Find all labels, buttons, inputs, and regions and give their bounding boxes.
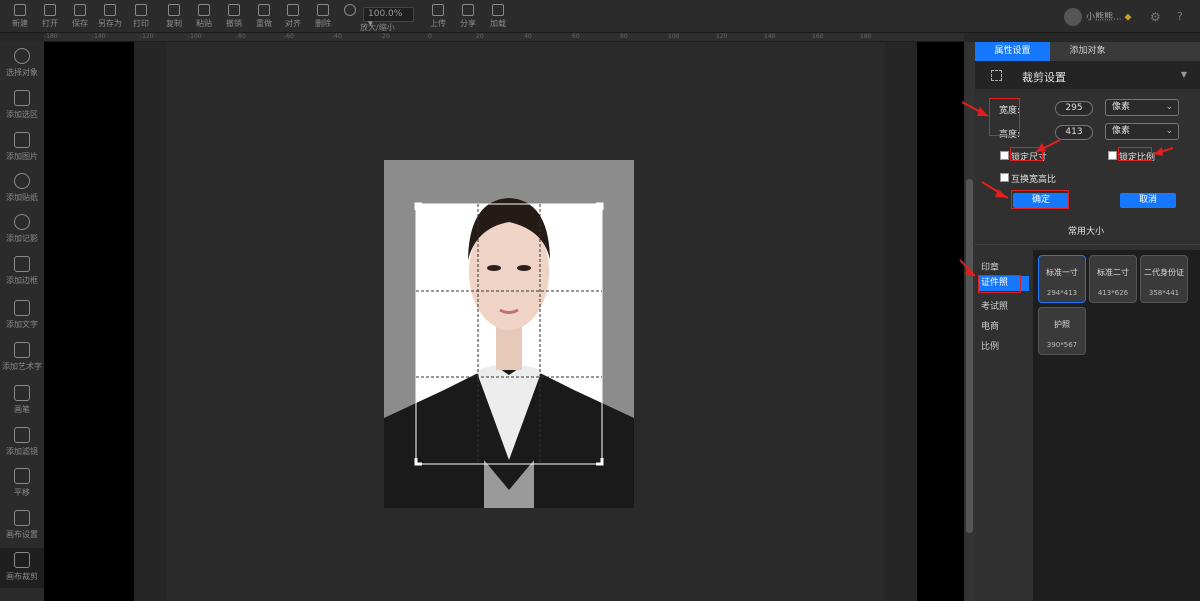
category-ratio[interactable]: 比例 (981, 339, 999, 352)
copy-icon (168, 4, 180, 16)
crop-settings-header[interactable]: 裁剪设置 ▼ (975, 61, 1200, 89)
undo-icon (228, 4, 240, 16)
crop-icon (14, 552, 30, 568)
tool-add-art-text[interactable]: 添加艺术字 (0, 342, 44, 372)
preset-card[interactable]: 护照 390*567 (1038, 307, 1086, 355)
tool-canvas-crop[interactable]: 画布裁剪 (0, 548, 44, 588)
print-button[interactable]: 打印 (126, 4, 156, 29)
filter-icon (14, 427, 30, 443)
save-icon (74, 4, 86, 16)
left-toolbar: 选择对象 添加选区 添加图片 添加贴纸 添加记影 添加边框 添加文字 添加艺术字… (0, 42, 44, 601)
redo-button[interactable]: 重做 (249, 4, 279, 29)
brush-icon (14, 385, 30, 401)
zoom-icon (344, 4, 356, 16)
folder-icon (44, 4, 56, 16)
preset-sizes: 标准一寸 294*413 标准二寸 413*626 二代身份证 358*441 护照 3… (1033, 250, 1200, 601)
tool-add-text[interactable]: 添加文字 (0, 300, 44, 330)
rectangle-icon (14, 90, 30, 106)
save-button[interactable]: 保存 (65, 4, 95, 29)
border-icon (14, 256, 30, 272)
print-icon (135, 4, 147, 16)
share-icon (462, 4, 474, 16)
hand-icon (14, 468, 30, 484)
upload-button[interactable]: 上传 (423, 4, 453, 29)
save-as-icon (104, 4, 116, 16)
paste-icon (198, 4, 210, 16)
tool-filter[interactable]: 添加滤镜 (0, 427, 44, 457)
top-ruler: -180 -140 -120 -100 -80 -60 -40 -20 0 20… (44, 33, 964, 42)
zoom-label: 放大/缩小 (360, 23, 395, 32)
annotation-arrows (959, 101, 1174, 277)
shapes-icon (14, 214, 30, 230)
caret-down-icon: ▼ (1180, 70, 1187, 79)
align-icon (287, 4, 299, 16)
share-button[interactable]: 分享 (453, 4, 483, 29)
tool-add-shape[interactable]: 添加记影 (0, 214, 44, 244)
trash-icon (317, 4, 329, 16)
tool-add-border[interactable]: 添加边框 (0, 256, 44, 286)
grid-icon (492, 4, 504, 16)
tab-add-object[interactable]: 添加对象 (1050, 42, 1125, 61)
user-profile[interactable]: 小熊熊... ◆ (1064, 8, 1131, 26)
avatar (1064, 8, 1082, 26)
tool-select[interactable]: 选择对象 (0, 48, 44, 78)
portrait-image (384, 160, 634, 508)
category-exam-photo[interactable]: 考试照 (981, 299, 1008, 312)
delete-button[interactable]: 删除 (308, 4, 338, 29)
paste-button[interactable]: 粘贴 (189, 4, 219, 29)
tool-pan[interactable]: 平移 (0, 468, 44, 498)
panel-tabs: 属性设置 添加对象 (975, 42, 1200, 61)
portrait-photo[interactable] (384, 160, 634, 508)
art-text-icon (14, 342, 30, 358)
open-button[interactable]: 打开 (35, 4, 65, 29)
image-icon (14, 132, 30, 148)
canvas-icon (14, 510, 30, 526)
tool-add-sticker[interactable]: 添加贴纸 (0, 173, 44, 203)
new-button[interactable]: 新建 (5, 4, 35, 29)
zoom-input[interactable]: 100.0% ▾ (363, 7, 414, 29)
tool-add-selection[interactable]: 添加选区 (0, 90, 44, 120)
redo-icon (258, 4, 270, 16)
tool-brush[interactable]: 画笔 (0, 385, 44, 415)
help-icon[interactable]: ? (1177, 10, 1183, 23)
gear-icon[interactable]: ⚙ (1150, 10, 1161, 24)
load-button[interactable]: 加载 (483, 4, 513, 29)
upload-icon (432, 4, 444, 16)
tool-add-image[interactable]: 添加图片 (0, 132, 44, 162)
top-toolbar: 新建 打开 保存 另存为 打印 复制 粘贴 撤销 重做 对齐 删除 100.0%… (0, 0, 1200, 33)
vip-icon: ◆ (1124, 12, 1132, 23)
select-icon (14, 48, 30, 64)
crop-settings-title: 裁剪设置 (1022, 71, 1066, 84)
crop-settings-icon (991, 70, 1002, 81)
sticker-icon (14, 173, 30, 189)
undo-button[interactable]: 撤销 (219, 4, 249, 29)
category-ecommerce[interactable]: 电商 (981, 319, 999, 332)
zoom-in-button[interactable] (341, 4, 359, 18)
copy-button[interactable]: 复制 (159, 4, 189, 29)
new-file-icon (14, 4, 26, 16)
tab-properties[interactable]: 属性设置 (975, 42, 1050, 61)
save-as-button[interactable]: 另存为 (95, 4, 125, 29)
tool-canvas-settings[interactable]: 画布设置 (0, 510, 44, 540)
align-button[interactable]: 对齐 (278, 4, 308, 29)
text-icon (14, 300, 30, 316)
size-categories: 印章 证件照 考试照 电商 比例 (975, 250, 1033, 601)
